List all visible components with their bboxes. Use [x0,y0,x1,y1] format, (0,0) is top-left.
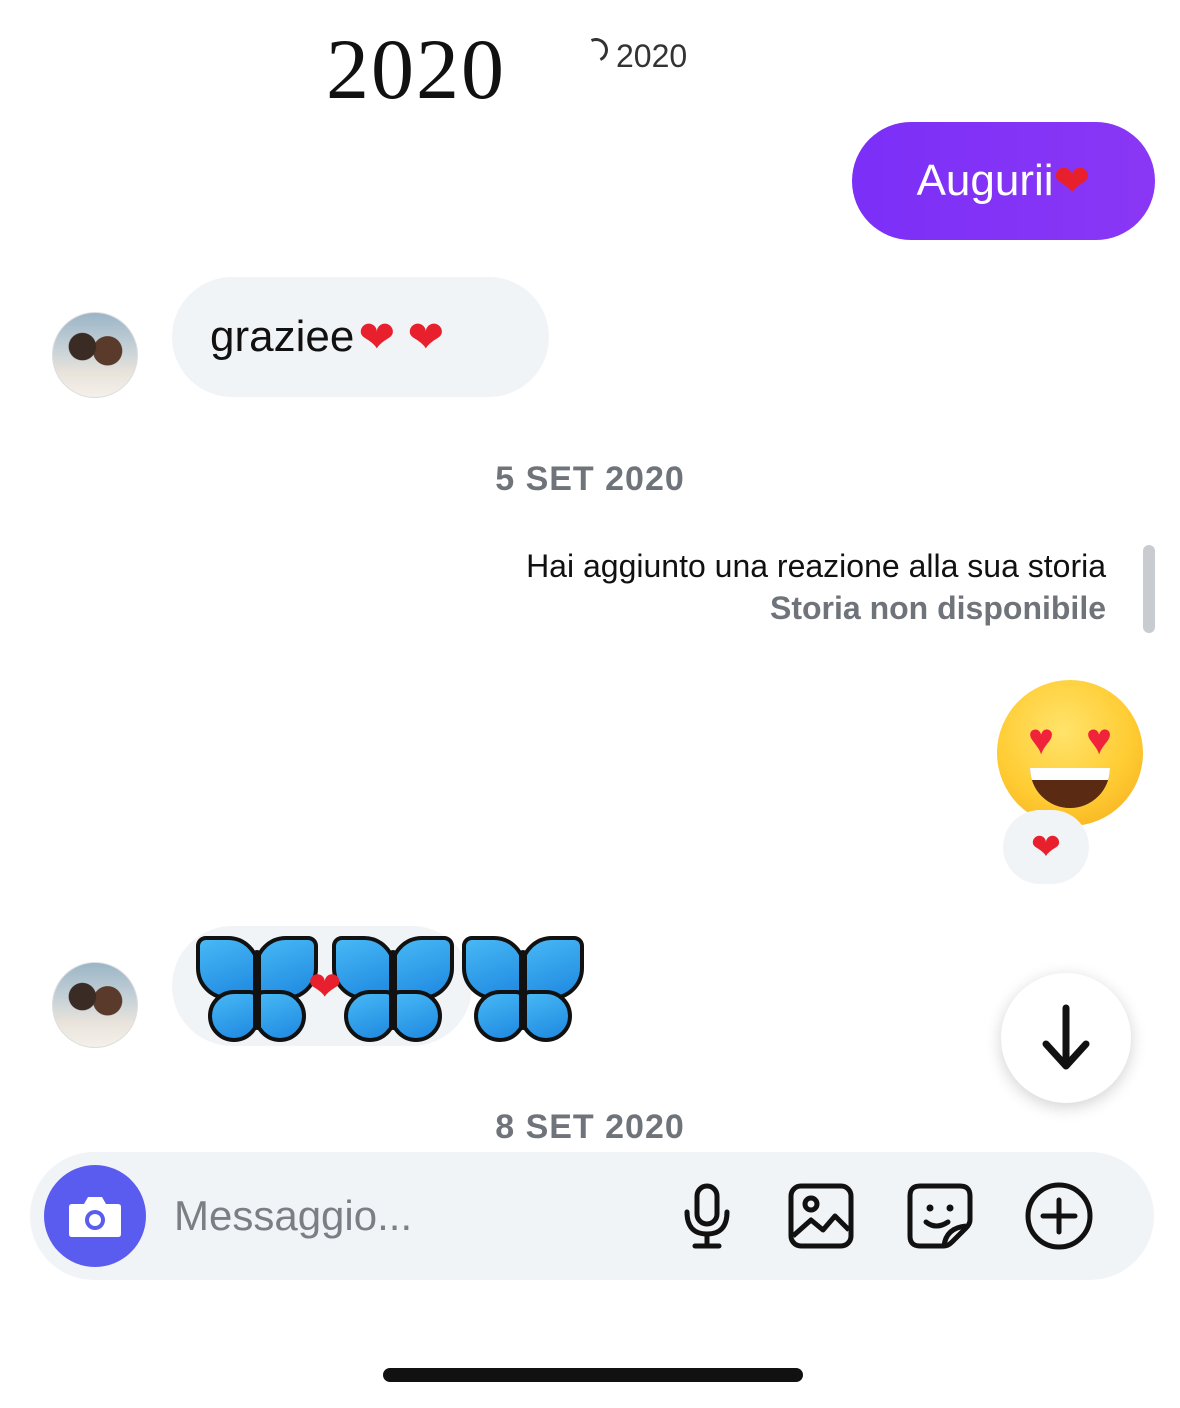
arrow-down-icon [1042,1004,1090,1070]
heart-eyes-emoji-icon[interactable]: ♥ ♥ [997,680,1143,826]
sent-message-text: Augurii [916,156,1054,205]
home-indicator[interactable] [383,1368,803,1382]
story-unavailable-label: Storia non disponibile [770,590,1106,626]
avatar[interactable] [52,962,138,1048]
heart-emoji: ❤ [1053,156,1091,206]
heart-emoji: ❤ [308,965,342,1009]
camera-icon [69,1197,121,1237]
avatar[interactable] [52,312,138,398]
sent-message-bubble[interactable]: Augurii ❤ [852,122,1155,240]
sticker-icon [907,1183,973,1249]
story-reaction-title: Hai aggiunto una reazione alla sua stori… [526,548,1106,584]
heart-eye-icon: ♥ [1085,715,1113,764]
gallery-button[interactable] [784,1179,858,1253]
received-message-text: graziee [210,312,355,361]
plus-circle-icon [1025,1182,1093,1250]
butterfly-emoji-icon [192,932,322,1042]
sticker-curl-icon [580,34,612,66]
date-separator: 5 SET 2020 [495,460,685,498]
butterfly-emoji-icon [328,932,458,1042]
heart-emoji: ❤ ❤ [358,312,445,362]
more-options-button[interactable] [1022,1179,1096,1253]
microphone-icon [684,1183,730,1249]
smile-mouth [1030,768,1110,808]
butterfly-emoji-row: ❤ [192,932,588,1042]
scroll-to-bottom-button[interactable] [1001,973,1131,1103]
message-reaction-chip[interactable]: ❤ [1003,810,1089,884]
microphone-button[interactable] [670,1179,744,1253]
butterfly-emoji-icon [458,932,588,1042]
image-icon [788,1183,854,1249]
story-reply-bar [1143,545,1155,633]
sticker-year: 2020 [616,38,688,74]
heart-eye-icon: ♥ [1027,715,1055,764]
camera-button[interactable] [44,1165,146,1267]
date-separator: 8 SET 2020 [495,1108,685,1146]
sticker-2020: 2020 [326,21,506,117]
heart-emoji: ❤ [1030,826,1062,867]
message-input[interactable] [174,1188,634,1244]
received-message-bubble[interactable]: graziee ❤ ❤ [172,277,549,397]
sticker-button[interactable] [903,1179,977,1253]
